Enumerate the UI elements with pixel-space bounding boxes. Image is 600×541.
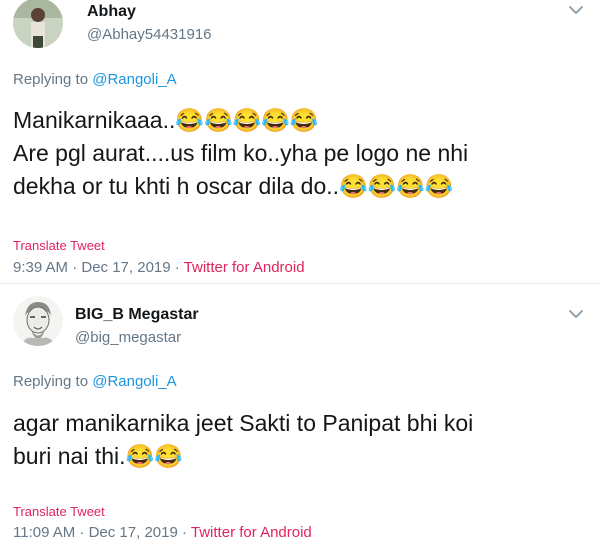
chevron-down-icon[interactable] [566, 306, 586, 322]
sketch-portrait-avatar-icon [13, 296, 63, 346]
chevron-down-icon[interactable] [566, 2, 586, 18]
user-handle[interactable]: @Abhay54431916 [87, 26, 212, 43]
avatar[interactable] [13, 296, 63, 346]
replying-to: Replying to @Rangoli_A [13, 71, 177, 88]
replying-to-label: Replying to [13, 71, 89, 88]
tweet-text: Manikarnikaaa..😂😂😂😂😂 Are pgl aurat....us… [13, 104, 573, 203]
mention-link[interactable]: @Rangoli_A [92, 373, 176, 390]
user-avatar-photo-icon [13, 0, 63, 48]
timestamp[interactable]: 9:39 AM · Dec 17, 2019 · [13, 259, 184, 276]
tweet-meta: 11:09 AM · Dec 17, 2019 · Twitter for An… [13, 524, 312, 541]
source-link[interactable]: Twitter for Android [191, 524, 312, 541]
translate-tweet-link[interactable]: Translate Tweet [13, 504, 105, 519]
tweet-meta: 9:39 AM · Dec 17, 2019 · Twitter for And… [13, 259, 305, 276]
timestamp[interactable]: 11:09 AM · Dec 17, 2019 · [13, 524, 191, 541]
tweet-text-line: buri nai thi.😂😂 [13, 443, 183, 469]
replying-to: Replying to @Rangoli_A [13, 373, 177, 390]
tweet-abhay[interactable]: Abhay @Abhay54431916 Replying to @Rangol… [0, 0, 600, 283]
replying-to-label: Replying to [13, 373, 89, 390]
user-handle[interactable]: @big_megastar [75, 329, 181, 346]
tweet-text-line: Manikarnikaaa..😂😂😂😂😂 [13, 107, 319, 133]
tweet-big-b-megastar[interactable]: BIG_B Megastar @big_megastar Replying to… [0, 284, 600, 541]
display-name[interactable]: BIG_B Megastar [75, 306, 199, 324]
display-name[interactable]: Abhay [87, 3, 136, 21]
source-link[interactable]: Twitter for Android [184, 259, 305, 276]
tweet-text-line: Are pgl aurat....us film ko..yha pe logo… [13, 140, 469, 166]
tweet-text-line: dekha or tu khti h oscar dila do..😂😂😂😂 [13, 173, 454, 199]
tweet-text: agar manikarnika jeet Sakti to Panipat b… [13, 407, 573, 473]
avatar[interactable] [13, 0, 63, 48]
translate-tweet-link[interactable]: Translate Tweet [13, 238, 105, 253]
mention-link[interactable]: @Rangoli_A [92, 71, 176, 88]
tweet-text-line: agar manikarnika jeet Sakti to Panipat b… [13, 410, 474, 436]
